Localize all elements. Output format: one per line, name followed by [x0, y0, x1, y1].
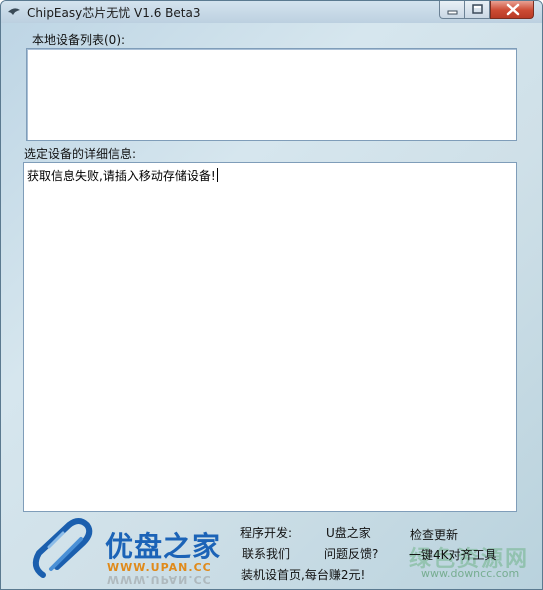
upan-logo-icon[interactable]	[29, 517, 101, 583]
4k-align-tool-link[interactable]: 一键4K对齐工具	[409, 546, 497, 563]
maximize-icon	[472, 4, 483, 14]
close-button[interactable]	[490, 1, 534, 19]
app-window: ChipEasy芯片无忧 V1.6 Beta3 本地设备列表(0): 选定设备的…	[0, 0, 543, 590]
promo-link[interactable]: 装机设首页,每台赚2元!	[241, 566, 365, 583]
logo-url-reflection: WWW.UPAN.CC	[107, 573, 212, 586]
text-caret	[216, 168, 218, 182]
logo-text: 优盘之家	[105, 530, 222, 563]
feedback-link[interactable]: 问题反馈?	[324, 545, 378, 562]
upan-home-link[interactable]: U盘之家	[326, 524, 371, 541]
close-icon	[506, 3, 520, 16]
minimize-button[interactable]	[439, 1, 465, 19]
contact-us-link[interactable]: 联系我们	[242, 545, 290, 562]
device-details-textarea[interactable]: 获取信息失败,请插入移动存储设备!	[23, 162, 517, 512]
chip-app-icon	[8, 8, 20, 15]
device-details-label: 选定设备的详细信息:	[24, 147, 137, 161]
maximize-button[interactable]	[465, 1, 490, 19]
device-list[interactable]	[26, 48, 517, 141]
title-bar[interactable]: ChipEasy芯片无忧 V1.6 Beta3	[1, 1, 542, 23]
window-title: ChipEasy芯片无忧 V1.6 Beta3	[27, 6, 201, 20]
device-list-label: 本地设备列表(0):	[32, 33, 126, 47]
details-message: 获取信息失败,请插入移动存储设备!	[27, 168, 218, 183]
watermark-url: www.downcc.com	[421, 567, 520, 580]
developer-label: 程序开发:	[240, 526, 293, 540]
minimize-icon	[447, 10, 458, 15]
